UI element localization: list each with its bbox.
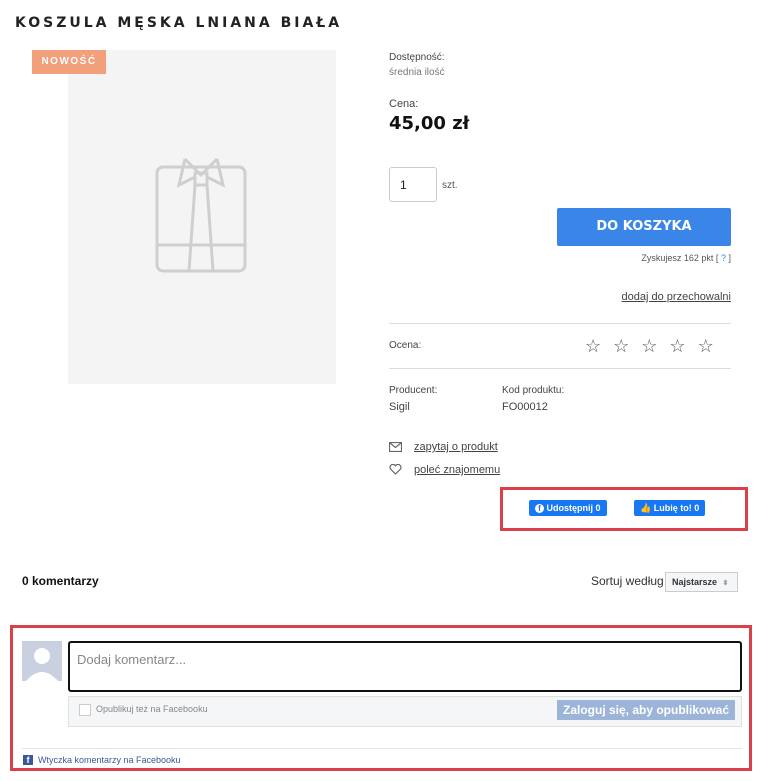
quantity-unit: szt. xyxy=(442,180,458,191)
new-badge: NOWOŚĆ xyxy=(32,50,106,74)
mail-icon xyxy=(388,441,403,455)
avatar xyxy=(22,641,62,681)
sort-value: Najstarsze xyxy=(672,577,718,587)
thumbs-up-icon: 👍 xyxy=(640,503,652,513)
rating-label: Ocena: xyxy=(389,340,422,351)
divider xyxy=(389,323,731,324)
recommend-to-friend-link[interactable]: poleć znajomemu xyxy=(414,464,500,476)
like-label: Lubię to! 0 xyxy=(653,503,700,513)
sort-select[interactable]: Najstarsze ⬍ xyxy=(665,572,738,592)
divider xyxy=(389,368,731,369)
chevron-updown-icon: ⬍ xyxy=(722,580,729,587)
availability-value: średnia ilość xyxy=(389,67,445,78)
availability-label: Dostępność: xyxy=(389,52,445,63)
page-title: KOSZULA MĘSKA LNIANA BIAŁA xyxy=(15,15,343,31)
login-to-post-button[interactable]: Zaloguj się, aby opublikować xyxy=(557,700,735,720)
add-to-cart-button[interactable]: DO KOSZYKA xyxy=(557,208,731,246)
points-help-link[interactable]: ? xyxy=(721,253,726,263)
points-text: Zyskujesz 162 pkt [ xyxy=(641,253,719,263)
star-icon[interactable]: ☆ xyxy=(698,336,726,356)
add-to-storage-link[interactable]: dodaj do przechowalni xyxy=(557,291,731,303)
star-icon[interactable]: ☆ xyxy=(613,336,641,356)
producer-value[interactable]: Sigil xyxy=(389,401,410,413)
publish-facebook-label: Opublikuj też na Facebooku xyxy=(96,704,208,714)
product-code-label: Kod produktu: xyxy=(502,385,565,396)
facebook-plugin-link[interactable]: Wtyczka komentarzy na Facebooku xyxy=(38,755,181,765)
facebook-share-button[interactable]: f Udostępnij 0 xyxy=(529,500,607,516)
points-info: Zyskujesz 162 pkt [ ? ] xyxy=(557,253,731,263)
facebook-icon: f xyxy=(535,504,544,514)
producer-label: Producent: xyxy=(389,385,438,396)
facebook-like-button[interactable]: 👍 Lubię to! 0 xyxy=(634,500,706,516)
rating-stars[interactable]: ☆☆☆☆☆ xyxy=(585,336,726,357)
price-value: 45,00 zł xyxy=(389,113,470,134)
ask-about-product-link[interactable]: zapytaj o produkt xyxy=(414,441,498,453)
divider xyxy=(22,748,742,749)
price-label: Cena: xyxy=(389,98,419,110)
share-label: Udostępnij 0 xyxy=(546,503,601,513)
product-code-value: FO00012 xyxy=(502,401,548,413)
points-close: ] xyxy=(728,253,731,263)
star-icon[interactable]: ☆ xyxy=(585,336,613,356)
publish-facebook-checkbox[interactable] xyxy=(79,704,91,716)
sort-label: Sortuj według xyxy=(591,574,664,588)
heart-icon xyxy=(389,463,402,478)
facebook-icon: f xyxy=(23,755,33,765)
quantity-input[interactable]: 1 xyxy=(389,167,437,202)
shirt-icon xyxy=(155,155,247,278)
comment-input[interactable]: Dodaj komentarz... xyxy=(68,641,742,692)
comments-count: 0 komentarzy xyxy=(22,574,99,588)
star-icon[interactable]: ☆ xyxy=(669,336,697,356)
star-icon[interactable]: ☆ xyxy=(641,336,669,356)
